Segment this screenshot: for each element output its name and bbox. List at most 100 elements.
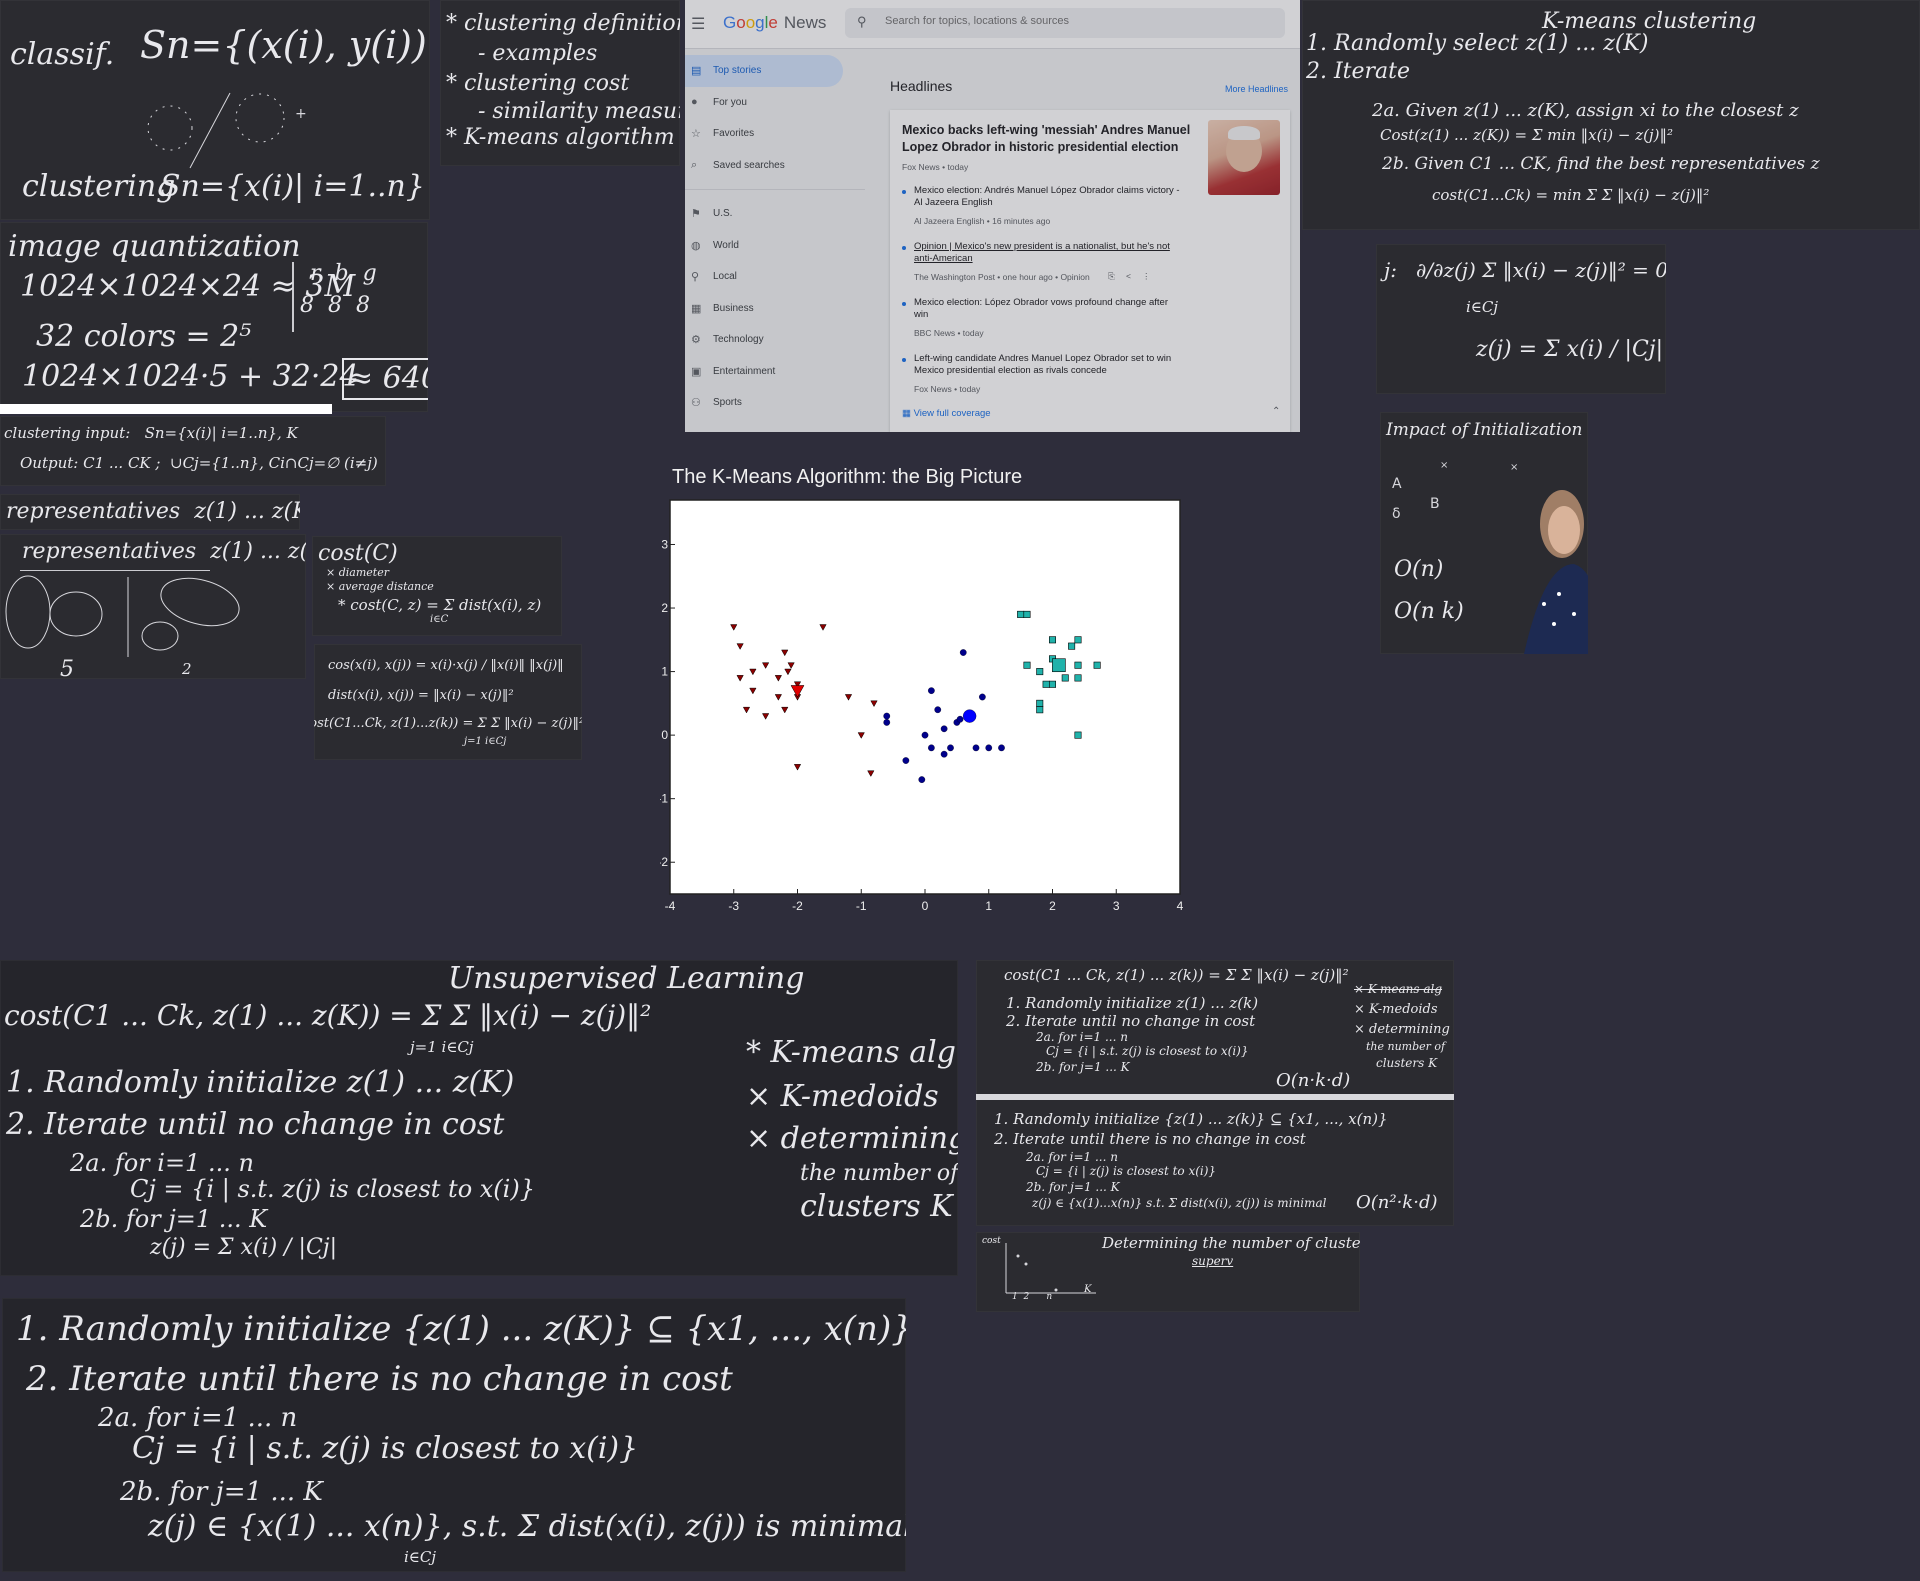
sidebar-item-business[interactable]: ▦ Business xyxy=(685,293,870,325)
data-point xyxy=(1023,661,1031,669)
ul-cost-idx: j=1 i∈Cj xyxy=(410,1038,474,1056)
mr-l3: 2a. for i=1 ... n xyxy=(1036,1030,1128,1044)
gn-search-input[interactable] xyxy=(883,14,1267,28)
sidebar-item-label: Local xyxy=(713,271,737,283)
sidebar-item-us[interactable]: ⚑ U.S. xyxy=(685,198,870,230)
cost-sum-line: cost(C1...Ck, z(1)...z(k)) = Σ Σ ‖x(i) −… xyxy=(314,716,582,731)
y-tick-label: 2 xyxy=(661,601,668,615)
cost-formula: * cost(C, z) = Σ dist(x(i), z) xyxy=(338,596,542,614)
mr-r1: × K-means alg xyxy=(1354,982,1443,996)
y-tick-label: 0 xyxy=(661,728,668,742)
ul-r2: × K-medoids xyxy=(746,1079,939,1114)
sidebar-item-local[interactable]: ⚲ Local xyxy=(685,261,870,293)
svg-text:δ: δ xyxy=(1392,506,1401,522)
search-icon: ⚲ xyxy=(857,14,867,29)
gn-search-box[interactable]: ⚲ xyxy=(845,8,1285,38)
story-bullet xyxy=(902,246,906,250)
data-point xyxy=(1017,610,1025,618)
star-icon: ☆ xyxy=(691,128,701,140)
white-bar xyxy=(0,404,332,414)
sidebar-item-technology[interactable]: ⚙ Technology xyxy=(685,324,870,356)
y-tick-label: -1 xyxy=(660,792,668,806)
med-l6: z(j) ∈ {x(1) ... x(n)}, s.t. Σ dist(x(i)… xyxy=(148,1509,906,1544)
hamburger-menu-icon[interactable]: ☰ xyxy=(691,14,705,34)
x-tick-label: 3 xyxy=(1113,899,1120,913)
story-meta: Fox News • today xyxy=(914,384,981,394)
outline-4: - similarity measures xyxy=(478,99,680,124)
ul-l5: 2b. for j=1 ... K xyxy=(80,1205,268,1233)
sidebar-item-label: Top stories xyxy=(713,65,762,77)
view-full-coverage-link[interactable]: ▦ View full coverage xyxy=(902,408,991,419)
gn-topbar: ☰ Google News ⚲ xyxy=(685,0,1300,49)
med-l1: 1. Randomly initialize {z(1) ... z(K)} ⊆… xyxy=(16,1309,906,1349)
story-headline[interactable]: Opinion | Mexico's new president is a na… xyxy=(914,241,1184,266)
sidebar-item-label: Sports xyxy=(713,397,742,409)
sidebar-item-world[interactable]: ◍ World xyxy=(685,230,870,262)
iq-line2: 32 colors = 2⁵ xyxy=(36,319,252,354)
story-headline[interactable]: Mexico election: Andrés Manuel López Obr… xyxy=(914,185,1184,210)
sidebar-item-favorites[interactable]: ☆ Favorites xyxy=(685,118,870,150)
chevron-up-icon[interactable]: ⌃ xyxy=(1272,406,1280,417)
sidebar-item-label: Saved searches xyxy=(713,159,785,171)
km-l6: cost(C1...Ck) = min Σ Σ ‖x(i) − z(j)‖² xyxy=(1432,186,1710,204)
km-l1: 1. Randomly select z(1) ... z(K) xyxy=(1306,31,1649,56)
data-point xyxy=(956,715,964,723)
board-image-quantization: image quantization 1024×1024×24 ≈ 3M r b… xyxy=(0,222,428,412)
headlines-heading: Headlines xyxy=(890,78,953,94)
data-point xyxy=(921,731,929,739)
data-point xyxy=(998,744,1005,752)
iq-divider xyxy=(292,262,294,332)
lead-headline[interactable]: Mexico backs left-wing 'messiah' Andres … xyxy=(902,122,1192,156)
sidebar-divider xyxy=(685,189,865,190)
det-k: K xyxy=(1084,1284,1092,1295)
x-tick-label: -4 xyxy=(665,899,676,913)
data-point xyxy=(1048,680,1056,688)
ul-r5: clusters K xyxy=(800,1189,953,1224)
svg-text:A: A xyxy=(1392,476,1402,492)
data-point xyxy=(902,757,910,764)
film-icon: ▣ xyxy=(691,365,702,378)
kmeans-chart: -4 -3 -2 -1 0 1 2 3 4 -2 -1 0 1 2 3 xyxy=(657,496,1200,916)
svg-text:+: + xyxy=(295,106,307,122)
data-point xyxy=(1093,661,1101,669)
more-options-icon[interactable]: ⋮ xyxy=(1142,271,1151,282)
mr-cost: cost(C1 ... Ck, z(1) ... z(k)) = Σ Σ ‖x(… xyxy=(1004,966,1349,984)
sidebar-item-saved-searches[interactable]: ⌕ Saved searches xyxy=(685,150,870,182)
sidebar-item-label: Technology xyxy=(713,334,764,346)
save-icon[interactable]: ⎘ xyxy=(1108,271,1115,282)
globe-icon: ◍ xyxy=(691,239,701,252)
top-stories-icon: ▤ xyxy=(691,65,702,77)
sn-labeled: Sn={(x(i), y(i))| i=1..n} xyxy=(140,23,430,67)
story-meta: The Washington Post • one hour ago • Opi… xyxy=(914,272,1090,282)
sidebar-item-for-you[interactable]: ● For you xyxy=(685,87,870,119)
chip-icon: ⚙ xyxy=(691,334,701,346)
story-bullet xyxy=(902,358,906,362)
story-meta: BBC News • today xyxy=(914,328,984,338)
mr-order1: O(n·k·d) xyxy=(1276,1070,1351,1091)
story-headline[interactable]: Left-wing candidate Andres Manuel Lopez … xyxy=(914,353,1184,378)
google-news-logo[interactable]: Google News xyxy=(723,13,826,33)
lead-thumbnail[interactable] xyxy=(1208,120,1280,195)
y-tick-label: 1 xyxy=(661,665,668,679)
story-headline[interactable]: Mexico election: López Obrador vows prof… xyxy=(914,297,1184,322)
kmeans-scatter-plot: -4 -3 -2 -1 0 1 2 3 4 -2 -1 0 1 2 3 xyxy=(657,499,1184,913)
ul-l2: 2. Iterate until no change in cost xyxy=(6,1107,505,1142)
svg-text:B: B xyxy=(1430,496,1440,512)
share-icon[interactable]: < xyxy=(1126,271,1131,281)
cluster-sketch: + xyxy=(147,92,307,169)
x-tick-label: 2 xyxy=(1049,899,1056,913)
more-headlines-link[interactable]: More Headlines xyxy=(1225,84,1288,94)
centroid-point xyxy=(1052,658,1066,673)
sidebar-item-entertainment[interactable]: ▣ Entertainment xyxy=(685,356,870,388)
det-superv: superv xyxy=(1192,1254,1234,1268)
x-tick-label: 0 xyxy=(922,899,929,913)
sidebar-item-top-stories[interactable]: ▤ Top stories xyxy=(685,55,843,87)
story-card[interactable]: Mexico backs left-wing 'messiah' Andres … xyxy=(890,110,1290,432)
det-axis: 1 2 n xyxy=(1012,1292,1053,1302)
sidebar-item-sports[interactable]: ⚇ Sports xyxy=(685,387,870,419)
data-point xyxy=(972,744,980,752)
instructor-figure xyxy=(1524,490,1588,654)
med-l5: 2b. for j=1 ... K xyxy=(120,1477,323,1507)
data-point xyxy=(1074,674,1082,682)
data-point xyxy=(940,750,948,758)
